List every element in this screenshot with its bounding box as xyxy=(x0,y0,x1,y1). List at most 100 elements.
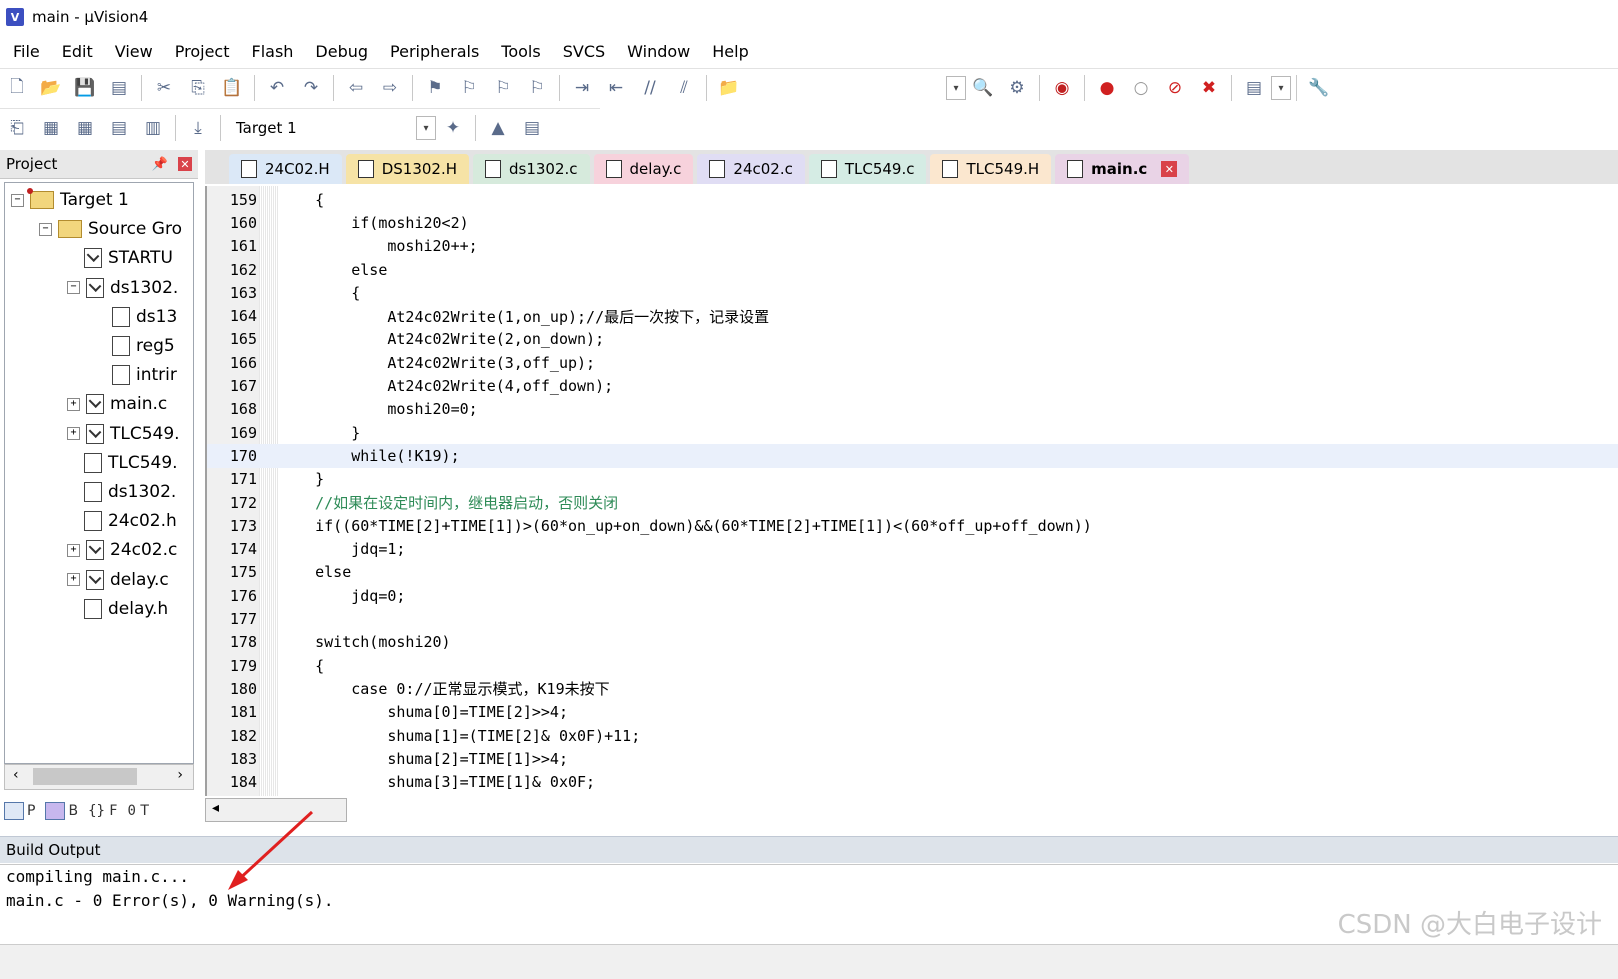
tab-24c02-h[interactable]: 24C02.H xyxy=(229,154,342,184)
code-line[interactable]: 179 { xyxy=(207,654,1618,677)
manage-components-icon[interactable]: ▲ xyxy=(484,114,512,142)
find-icon[interactable]: 🔍 xyxy=(969,74,997,102)
tree-item[interactable]: − ds1302. xyxy=(67,275,178,301)
code-line[interactable]: 183 shuma[2]=TIME[1]>>4; xyxy=(207,747,1618,770)
expand-icon[interactable]: + xyxy=(67,427,80,441)
scroll-right-icon[interactable]: › xyxy=(177,767,183,783)
menu-debug[interactable]: Debug xyxy=(304,42,379,61)
debug-session-icon[interactable]: ◉ xyxy=(1048,74,1076,102)
tab-tlc549-c[interactable]: TLC549.c xyxy=(808,154,927,184)
code-line[interactable]: 162 else xyxy=(207,258,1618,281)
code-line[interactable]: 184 shuma[3]=TIME[1]& 0x0F; xyxy=(207,771,1618,794)
menu-tools[interactable]: Tools xyxy=(490,42,551,61)
code-line[interactable]: 163 { xyxy=(207,281,1618,304)
clear-bookmarks-icon[interactable]: ⚐ xyxy=(523,74,551,102)
unindent-icon[interactable]: ⇤ xyxy=(602,74,630,102)
tab-delay-c[interactable]: delay.c xyxy=(593,154,694,184)
close-tab-icon[interactable]: ✕ xyxy=(1161,161,1178,177)
menu-help[interactable]: Help xyxy=(701,42,759,61)
menu-svcs[interactable]: SVCS xyxy=(552,42,616,61)
cut-icon[interactable]: ✂ xyxy=(150,74,178,102)
tree-item[interactable]: + TLC549. xyxy=(67,421,180,447)
expand-icon[interactable]: + xyxy=(67,397,80,411)
find-dropdown-arrow-icon[interactable]: ▾ xyxy=(946,76,966,100)
code-line[interactable]: 169 } xyxy=(207,421,1618,444)
target-select[interactable]: Target 1 ▾ xyxy=(232,116,436,140)
pin-icon[interactable]: 📌 xyxy=(152,157,168,172)
tab-main-c[interactable]: main.c ✕ xyxy=(1055,154,1190,184)
window-layout-dropdown-icon[interactable]: ▾ xyxy=(1271,76,1291,100)
tree-item[interactable]: − Target 1 xyxy=(11,187,129,213)
code-line[interactable]: 177 xyxy=(207,607,1618,630)
code-line[interactable]: 181 shuma[0]=TIME[2]>>4; xyxy=(207,701,1618,724)
open-file-icon[interactable]: 📂 xyxy=(37,74,65,102)
expand-icon[interactable]: + xyxy=(67,543,80,557)
paste-icon[interactable]: 📋 xyxy=(218,74,246,102)
tree-item[interactable]: reg5 xyxy=(95,333,175,359)
target-options-icon[interactable]: ✦ xyxy=(439,114,467,142)
code-editor[interactable]: 159 {160 if(moshi20<2) 161 moshi20++; 162 … xyxy=(205,186,1618,796)
scrollbar-thumb[interactable] xyxy=(33,768,137,785)
menu-peripherals[interactable]: Peripherals xyxy=(379,42,490,61)
collapse-icon[interactable]: − xyxy=(11,193,24,207)
target-dropdown-arrow-icon[interactable]: ▾ xyxy=(416,116,436,140)
stop-build-icon[interactable]: ▥ xyxy=(139,114,167,142)
scroll-left-icon[interactable]: ‹ xyxy=(13,767,19,783)
enable-breakpoint-icon[interactable]: ○ xyxy=(1127,74,1155,102)
new-file-icon[interactable]: 🗋 xyxy=(3,74,31,102)
tab-ds1302-h[interactable]: DS1302.H xyxy=(345,154,469,184)
expand-icon[interactable]: + xyxy=(67,573,80,587)
code-line[interactable]: 164 At24c02Write(1,on_up);//最后一次按下，记录设置 xyxy=(207,305,1618,328)
build-icon[interactable]: ▦ xyxy=(37,114,65,142)
insert-breakpoint-icon[interactable]: ● xyxy=(1093,74,1121,102)
code-line[interactable]: 159 { xyxy=(207,188,1618,211)
code-line[interactable]: 174 jdq=1; xyxy=(207,538,1618,561)
find-in-files-icon[interactable]: 📁 xyxy=(715,74,743,102)
tree-item[interactable]: − Source Gro xyxy=(39,216,182,242)
tree-item[interactable]: +24c02.c xyxy=(67,537,177,563)
code-line[interactable]: 180 case 0://正常显示模式，K19未按下 xyxy=(207,677,1618,700)
bookmark-icon[interactable]: ⚑ xyxy=(421,74,449,102)
collapse-icon[interactable]: − xyxy=(67,281,80,295)
tree-item[interactable]: + delay.c xyxy=(67,567,169,593)
code-line[interactable]: 175 else xyxy=(207,561,1618,584)
tab-project[interactable]: P xyxy=(4,802,35,820)
navigate-forward-icon[interactable]: ⇨ xyxy=(376,74,404,102)
code-line[interactable]: 167 At24c02Write(4,off_down); xyxy=(207,374,1618,397)
download-icon[interactable]: ⤓ xyxy=(184,114,212,142)
configure-icon[interactable]: 🔧 xyxy=(1305,74,1333,102)
menu-project[interactable]: Project xyxy=(164,42,241,61)
save-icon[interactable]: 💾 xyxy=(71,74,99,102)
code-line[interactable]: 168 moshi20=0; xyxy=(207,398,1618,421)
indent-icon[interactable]: ⇥ xyxy=(568,74,596,102)
code-line[interactable]: 166 At24c02Write(3,off_up); xyxy=(207,351,1618,374)
code-line[interactable]: 171 } xyxy=(207,468,1618,491)
menu-file[interactable]: File xyxy=(0,42,51,61)
code-line[interactable]: 182 shuma[1]=(TIME[2]& 0x0F)+11; xyxy=(207,724,1618,747)
undo-icon[interactable]: ↶ xyxy=(263,74,291,102)
tree-item[interactable]: intrir xyxy=(95,362,177,388)
collapse-icon[interactable]: − xyxy=(39,222,52,236)
tab-books[interactable]: B xyxy=(45,802,78,820)
tree-item[interactable]: TLC549. xyxy=(67,450,178,476)
disable-breakpoints-icon[interactable]: ⊘ xyxy=(1161,74,1189,102)
scroll-left-icon[interactable]: ◂ xyxy=(212,800,219,816)
navigate-back-icon[interactable]: ⇦ xyxy=(342,74,370,102)
select-packs-icon[interactable]: ▤ xyxy=(518,114,546,142)
prev-bookmark-icon[interactable]: ⚐ xyxy=(455,74,483,102)
next-bookmark-icon[interactable]: ⚐ xyxy=(489,74,517,102)
close-icon[interactable]: ✕ xyxy=(178,157,192,171)
batch-build-icon[interactable]: ▤ xyxy=(105,114,133,142)
tree-item[interactable]: + main.c xyxy=(67,391,167,417)
uncomment-icon[interactable]: ⫽ xyxy=(670,74,698,102)
code-line[interactable]: 178 switch(moshi20) xyxy=(207,631,1618,654)
tree-item[interactable]: delay.h xyxy=(67,596,168,622)
menu-edit[interactable]: Edit xyxy=(51,42,104,61)
incremental-find-icon[interactable]: ⚙ xyxy=(1003,74,1031,102)
code-line[interactable]: 161 moshi20++; xyxy=(207,235,1618,258)
code-line[interactable]: 160 if(moshi20<2) xyxy=(207,211,1618,234)
redo-icon[interactable]: ↷ xyxy=(297,74,325,102)
comment-icon[interactable]: // xyxy=(636,74,664,102)
tab-24c02-c[interactable]: 24c02.c xyxy=(697,154,805,184)
translate-icon[interactable]: ⎗ xyxy=(3,114,31,142)
